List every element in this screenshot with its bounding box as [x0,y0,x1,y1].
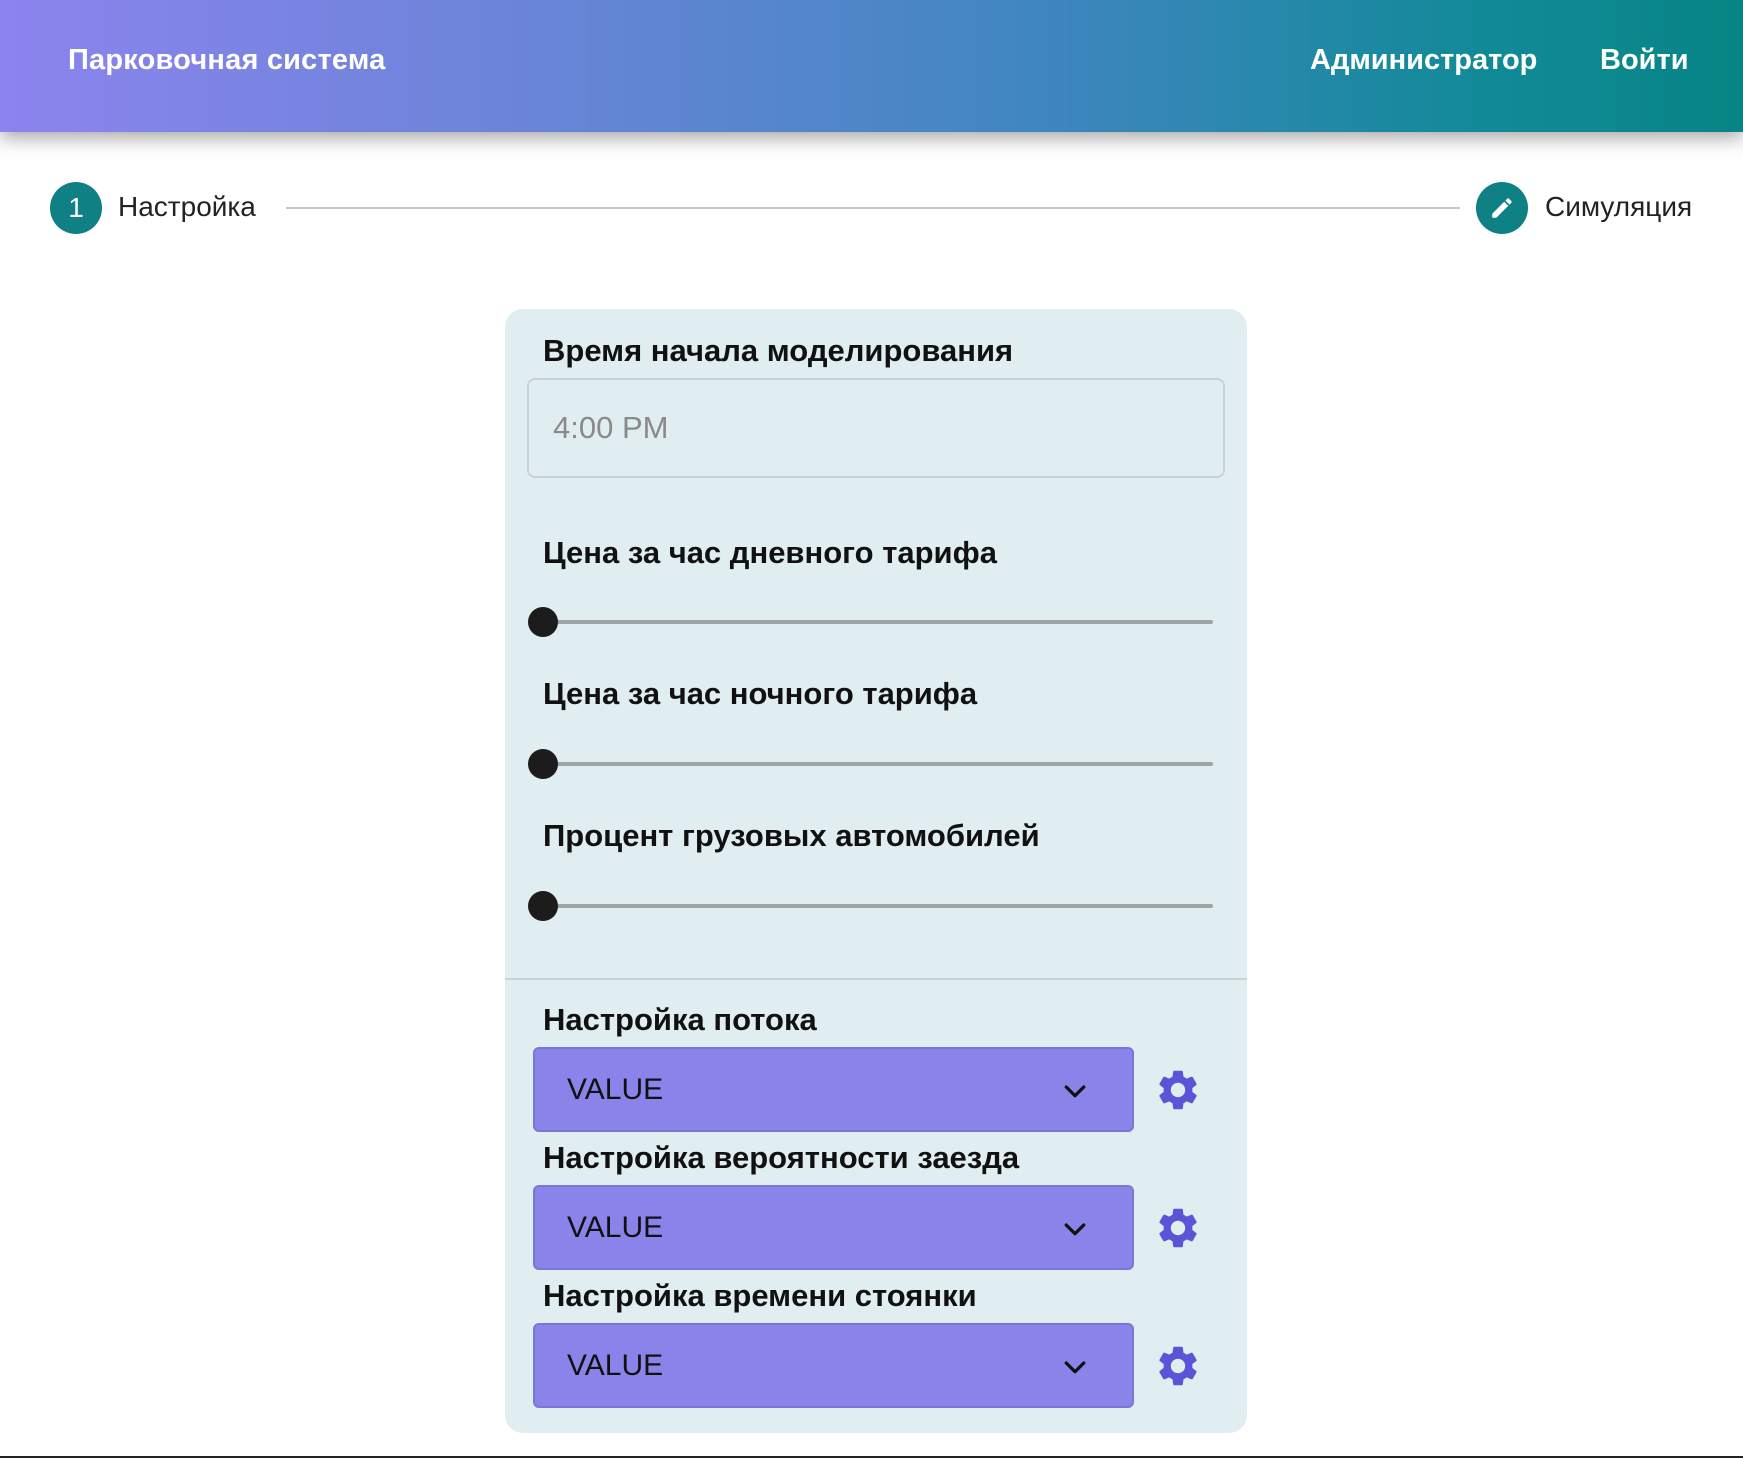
chevron-down-icon [1064,1361,1086,1374]
slider-thumb[interactable] [528,891,558,921]
entry-probability-select-value: VALUE [567,1211,664,1244]
stepper-connector [286,207,1460,209]
day-price-label: Цена за час дневного тарифа [543,535,997,570]
truck-percent-label: Процент грузовых автомобилей [543,818,1040,853]
flow-settings-label: Настройка потока [543,1002,817,1037]
brand-title[interactable]: Парковочная система [68,44,385,77]
step-1-number[interactable]: 1 [50,182,102,234]
nav-admin-link[interactable]: Администратор [1310,44,1537,77]
parking-time-label: Настройка времени стоянки [543,1278,977,1313]
flow-select-value: VALUE [567,1073,664,1106]
entry-probability-label: Настройка вероятности заезда [543,1140,1020,1175]
day-price-slider[interactable] [528,607,1213,637]
flow-settings-gear-icon[interactable] [1154,1066,1202,1114]
parking-time-select-value: VALUE [567,1349,664,1382]
step-2-pencil-icon[interactable] [1476,182,1528,234]
truck-percent-slider[interactable] [528,891,1213,921]
slider-track [543,762,1213,766]
app-header: Парковочная система Администратор Войти [0,0,1743,132]
chevron-down-icon [1064,1085,1086,1098]
nav-login-link[interactable]: Войти [1600,44,1689,77]
stepper: 1 Настройка Симуляция [0,180,1743,236]
chevron-down-icon [1064,1223,1086,1236]
parking-time-gear-icon[interactable] [1154,1342,1202,1390]
flow-select[interactable]: VALUE [533,1047,1134,1132]
pencil-icon [1492,198,1512,218]
start-time-input[interactable] [527,378,1225,478]
parking-time-select[interactable]: VALUE [533,1323,1134,1408]
section-divider [505,978,1247,980]
night-price-label: Цена за час ночного тарифа [543,676,978,711]
start-time-label: Время начала моделирования [543,333,1014,368]
night-price-slider[interactable] [528,749,1213,779]
step-2-label[interactable]: Симуляция [1545,191,1692,223]
entry-probability-select[interactable]: VALUE [533,1185,1134,1270]
slider-thumb[interactable] [528,607,558,637]
settings-card: Время начала моделирования Цена за час д… [505,309,1247,1433]
slider-track [543,620,1213,624]
slider-track [543,904,1213,908]
entry-probability-gear-icon[interactable] [1154,1204,1202,1252]
slider-thumb[interactable] [528,749,558,779]
step-1-label[interactable]: Настройка [118,191,256,223]
